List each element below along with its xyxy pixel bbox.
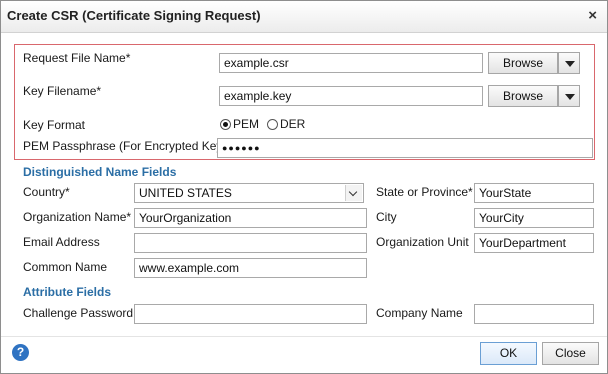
passphrase-input[interactable]: ●●●●●●: [217, 138, 593, 158]
format-der-label: DER: [280, 117, 306, 131]
company-name-label: Company Name: [376, 306, 463, 320]
csr-dialog: Create CSR (Certificate Signing Request)…: [0, 0, 608, 374]
title-bar: Create CSR (Certificate Signing Request)…: [1, 1, 607, 33]
key-filename-label: Key Filename*: [23, 84, 102, 98]
email-input[interactable]: [134, 233, 367, 253]
org-name-label: Organization Name*: [23, 210, 132, 224]
state-label: State or Province*: [376, 185, 473, 199]
attr-section-label: Attribute Fields: [23, 285, 112, 299]
close-button[interactable]: Close: [542, 342, 599, 365]
request-file-input[interactable]: example.csr: [219, 53, 483, 73]
key-filename-input[interactable]: example.key: [219, 86, 483, 106]
help-icon[interactable]: ?: [12, 344, 29, 361]
common-name-label: Common Name: [23, 260, 108, 274]
chevron-down-icon[interactable]: [345, 185, 362, 201]
dn-section-label: Distinguished Name Fields: [23, 165, 177, 179]
state-input[interactable]: YourState: [474, 183, 594, 203]
ok-button[interactable]: OK: [480, 342, 537, 365]
country-label: Country*: [23, 185, 70, 199]
challenge-password-input[interactable]: [134, 304, 367, 324]
city-input[interactable]: YourCity: [474, 208, 594, 228]
country-value: UNITED STATES: [139, 186, 232, 200]
city-label: City: [376, 210, 397, 224]
key-filename-browse-button[interactable]: Browse: [488, 85, 558, 107]
email-label: Email Address: [23, 235, 100, 249]
passphrase-label: PEM Passphrase (For Encrypted Key): [23, 139, 227, 153]
challenge-password-label: Challenge Password: [23, 306, 134, 320]
key-format-label: Key Format: [23, 118, 86, 132]
common-name-input[interactable]: www.example.com: [134, 258, 367, 278]
format-der-radio[interactable]: [267, 119, 278, 130]
request-file-browse-dropdown-icon[interactable]: [558, 52, 580, 74]
footer-divider: [1, 336, 607, 337]
request-file-browse-button[interactable]: Browse: [488, 52, 558, 74]
org-unit-label: Organization Unit: [376, 235, 469, 249]
company-name-input[interactable]: [474, 304, 594, 324]
key-filename-browse-dropdown-icon[interactable]: [558, 85, 580, 107]
org-name-input[interactable]: YourOrganization: [134, 208, 367, 228]
dialog-title: Create CSR (Certificate Signing Request): [7, 8, 261, 23]
format-pem-radio[interactable]: [220, 119, 231, 130]
request-file-label: Request File Name*: [23, 51, 131, 65]
format-pem-label: PEM: [233, 117, 260, 131]
org-unit-input[interactable]: YourDepartment: [474, 233, 594, 253]
country-select[interactable]: UNITED STATES: [134, 183, 364, 203]
close-icon[interactable]: ×: [588, 7, 597, 24]
